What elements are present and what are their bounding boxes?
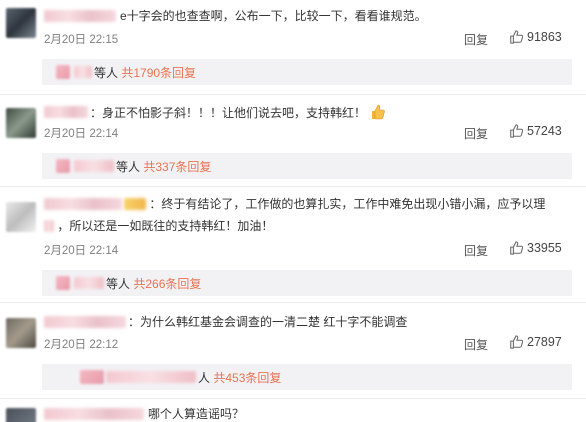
sub-reply-names — [74, 277, 104, 289]
sub-reply-names — [74, 66, 92, 78]
reply-button[interactable]: 回复 — [464, 336, 488, 353]
divider — [0, 186, 586, 187]
reply-button[interactable]: 回复 — [464, 125, 488, 142]
sub-reply-count[interactable]: 共337条回复 — [143, 160, 211, 174]
sub-reply-prefix: 等人 — [94, 66, 119, 80]
like-count: 57243 — [527, 124, 562, 138]
comment-text: 哪个人算造谣吗？ — [148, 407, 245, 421]
sub-reply-count[interactable]: 共266条回复 — [133, 277, 201, 291]
comment-time: 2月20日 22:14 — [44, 128, 119, 140]
sub-reply-names — [106, 371, 196, 383]
comment-text: ：身正不怕影子斜！！！让他们说去吧，支持韩红！ — [90, 104, 386, 121]
comment-text: e十字会的也查查啊，公布一下，比较一下，看看谁规范。 — [120, 9, 427, 23]
comment-text-line2: ，所以还是一如既往的支持韩红！加油！ — [44, 218, 273, 234]
like-button[interactable]: 27897 — [509, 335, 562, 349]
sub-reply-prefix: 等人 — [116, 160, 141, 174]
commenter-name[interactable] — [44, 10, 116, 22]
sub-reply-names — [74, 160, 114, 172]
sub-reply-summary[interactable]: 人 共453条回复 — [198, 369, 281, 386]
like-count: 27897 — [527, 335, 562, 349]
like-button[interactable]: 91863 — [509, 30, 562, 44]
divider — [0, 94, 586, 95]
comment-time: 2月20日 22:14 — [44, 245, 119, 257]
avatar[interactable] — [6, 108, 36, 138]
thumbs-up-icon — [510, 124, 523, 138]
commenter-name[interactable] — [44, 316, 126, 328]
commenter-name[interactable] — [44, 198, 122, 210]
comment-text-content: ：终于有结论了，工作做的也算扎实，工作中难免出现小错小漏，应予以理 — [149, 197, 546, 211]
sub-reply-summary[interactable]: 等人 共337条回复 — [116, 158, 211, 175]
sub-reply-avatar — [56, 276, 70, 290]
divider — [0, 302, 586, 303]
blurred-text — [44, 220, 54, 232]
sub-reply-avatar — [80, 370, 104, 384]
sub-reply-summary[interactable]: 等人 共266条回复 — [106, 275, 201, 292]
emoji-icon — [124, 198, 146, 210]
sub-reply-count[interactable]: 共1790条回复 — [121, 66, 196, 80]
avatar[interactable] — [6, 8, 36, 38]
sub-reply-prefix: 等人 — [106, 277, 131, 291]
thumbs-up-icon — [510, 30, 523, 44]
avatar[interactable] — [6, 408, 36, 422]
thumbs-up-emoji-icon — [372, 104, 386, 120]
like-button[interactable]: 33955 — [509, 241, 562, 255]
like-button[interactable]: 57243 — [509, 124, 562, 138]
avatar[interactable] — [6, 318, 36, 348]
sub-reply-prefix: 人 — [198, 371, 211, 385]
sub-replies-box[interactable]: 等人 共1790条回复 — [42, 59, 572, 85]
avatar[interactable] — [6, 202, 36, 232]
comment-text-line1: ：终于有结论了，工作做的也算扎实，工作中难免出现小错小漏，应予以理 — [124, 196, 545, 212]
like-count: 91863 — [527, 30, 562, 44]
sub-replies-box[interactable]: 等人 共337条回复 — [42, 153, 572, 179]
reply-button[interactable]: 回复 — [464, 31, 488, 48]
like-count: 33955 — [527, 241, 562, 255]
sub-reply-avatar — [56, 159, 70, 173]
thumbs-up-icon — [510, 241, 523, 255]
sub-replies-box[interactable]: 等人 共266条回复 — [42, 270, 572, 296]
commenter-name[interactable] — [44, 408, 144, 420]
comment-text-content: ：身正不怕影子斜！！！让他们说去吧，支持韩红！ — [90, 106, 367, 120]
sub-reply-avatar — [56, 65, 70, 79]
thumbs-up-icon — [510, 335, 523, 349]
comment-text-content: ，所以还是一如既往的支持韩红！加油！ — [57, 219, 274, 233]
sub-replies-box[interactable]: 人 共453条回复 — [42, 364, 572, 390]
comment-time: 2月20日 22:12 — [44, 339, 119, 351]
comment-time: 2月20日 22:15 — [44, 34, 119, 46]
sub-reply-count[interactable]: 共453条回复 — [213, 371, 281, 385]
divider — [0, 398, 586, 399]
comment-text: ：为什么韩红基金会调查的一清二楚 红十字不能调查 — [128, 315, 408, 329]
reply-button[interactable]: 回复 — [464, 242, 488, 259]
sub-reply-summary[interactable]: 等人 共1790条回复 — [94, 64, 196, 81]
commenter-name[interactable] — [44, 106, 88, 118]
